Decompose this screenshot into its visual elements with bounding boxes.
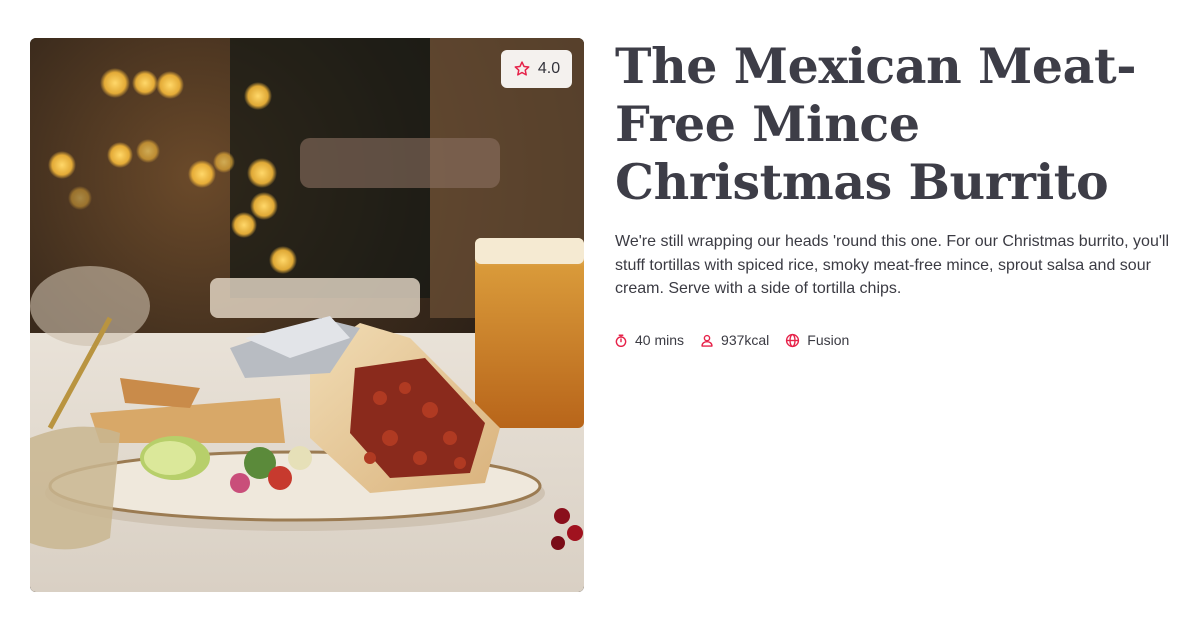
- meta-time-value: 40 mins: [635, 332, 685, 348]
- meta-cuisine-value: Fusion: [807, 332, 850, 348]
- recipe-title: The Mexican Meat-Free Mince Christmas Bu…: [615, 37, 1137, 211]
- rating-badge: 4.0: [501, 50, 572, 88]
- star-outline-icon: [513, 60, 531, 78]
- rating-value: 4.0: [537, 60, 561, 77]
- meta-calories: 937kcal: [700, 332, 769, 348]
- recipe-photo: [30, 38, 584, 592]
- stopwatch-icon: [614, 333, 628, 348]
- recipe-description: We're still wrapping our heads 'round th…: [615, 233, 1169, 297]
- meta-time: 40 mins: [614, 332, 684, 348]
- person-icon: [700, 333, 714, 348]
- meta-cuisine: Fusion: [785, 332, 849, 348]
- globe-icon: [785, 333, 800, 348]
- meta-calories-value: 937kcal: [721, 332, 770, 348]
- recipe-meta: 40 mins 937kcal Fusion: [614, 332, 865, 348]
